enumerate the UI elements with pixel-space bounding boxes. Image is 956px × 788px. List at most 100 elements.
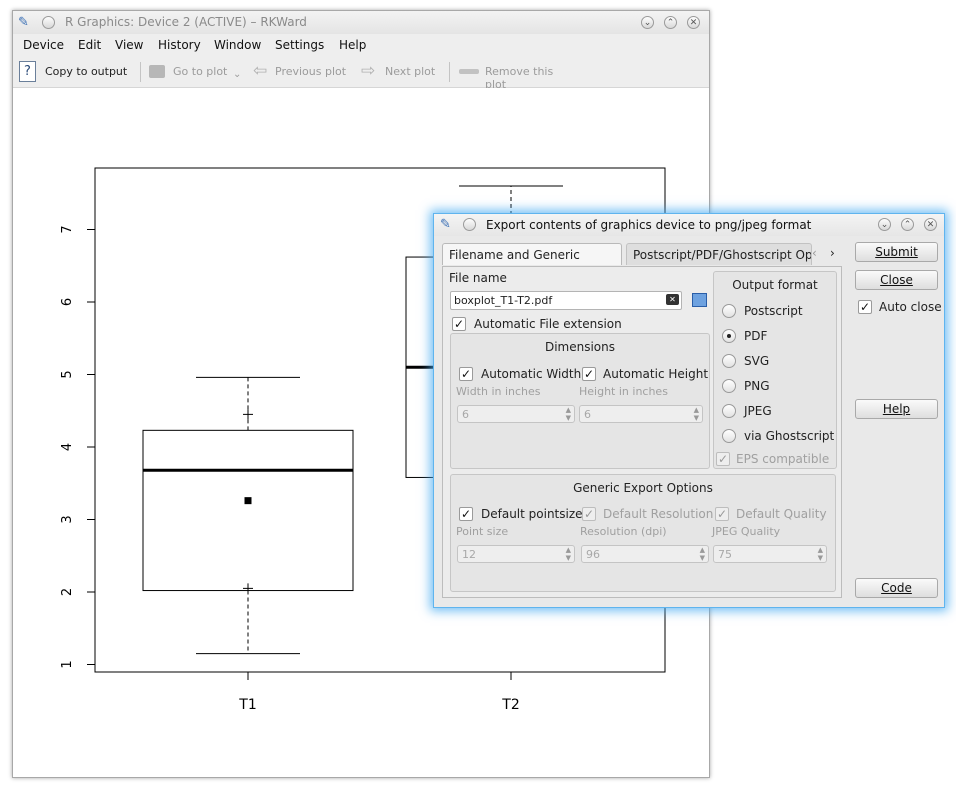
quality-value: 75 [718,548,732,561]
go-to-plot-button[interactable]: Go to plot ⌄ [147,58,245,84]
menu-view[interactable]: View [115,38,143,52]
auto-close-checkbox[interactable]: ✓ [858,300,872,314]
point-size-spinbox[interactable]: 12 ▲ ▼ [457,545,575,563]
spin-arrows-icon[interactable]: ▲ ▼ [566,546,571,562]
radio-ghostscript[interactable] [722,429,736,443]
chevron-down-icon: ⌄ [233,69,242,80]
auto-extension-checkbox[interactable]: ✓ [452,317,466,331]
point-size-label: Point size [456,525,509,538]
tab-scroll-right-icon[interactable]: › [830,246,835,260]
auto-width-checkbox[interactable]: ✓ [459,367,473,381]
eps-compatible-label: EPS compatible [736,452,830,466]
height-value: 6 [584,408,591,421]
menu-history[interactable]: History [158,38,201,52]
file-name-input[interactable]: boxplot_T1-T2.pdf ✕ [450,291,682,310]
generic-options-title: Generic Export Options [573,481,713,495]
go-to-plot-label: Go to plot [173,65,228,78]
eps-compatible-checkbox[interactable]: ✓ [716,452,730,466]
dialog-close-button[interactable]: ✕ [924,218,937,231]
menu-device[interactable]: Device [23,38,64,52]
help-label: Help [882,402,911,416]
height-label: Height in inches [579,385,668,398]
next-plot-label: Next plot [385,65,436,78]
spin-arrows-icon[interactable]: ▲ ▼ [700,546,705,562]
code-button[interactable]: Code [855,578,938,598]
next-plot-button[interactable]: ⇨ Next plot [361,58,441,84]
ghostscript-label: via Ghostscript [744,429,835,443]
file-name-label: File name [449,271,507,285]
previous-plot-button[interactable]: ⇦ Previous plot [253,58,349,84]
dialog-titlebar[interactable]: ✎ Export contents of graphics device to … [434,214,944,236]
width-spinbox[interactable]: 6 ▲ ▼ [457,405,575,423]
maximize-button[interactable]: ⌃ [664,16,677,29]
rkward-app-icon: ✎ [18,15,29,30]
minimize-button[interactable]: ⌄ [641,16,654,29]
y-tick-label: 5 [60,370,75,378]
dialog-title: Export contents of graphics device to pn… [486,218,812,232]
window-titlebar[interactable]: ✎ R Graphics: Device 2 (ACTIVE) – RKWard… [13,11,709,34]
height-spinbox[interactable]: 6 ▲ ▼ [579,405,703,423]
window-menu-button[interactable] [42,16,55,29]
radio-svg[interactable] [722,354,736,368]
close-label: Close [880,273,913,287]
menu-window[interactable]: Window [214,38,261,52]
x-tick-label: T2 [501,697,519,713]
menu-help[interactable]: Help [339,38,366,52]
rkward-app-icon: ✎ [440,217,451,232]
radio-jpeg[interactable] [722,404,736,418]
resolution-spinbox[interactable]: 96 ▲ ▼ [581,545,709,563]
default-quality-checkbox[interactable]: ✓ [715,507,729,521]
radio-postscript[interactable] [722,304,736,318]
tab-page: File name boxplot_T1-T2.pdf ✕ ✓ Automati… [442,266,842,598]
menu-edit[interactable]: Edit [78,38,101,52]
dialog-menu-button[interactable] [463,218,476,231]
tab-filename-generic[interactable]: Filename and Generic options [442,243,622,284]
plot-icon [149,65,165,78]
tab-postscript-pdf[interactable]: Postscript/PDF/Ghostscript Op [626,243,812,265]
auto-width-label: Automatic Width [481,367,582,381]
mean-marker [244,497,252,505]
y-tick-label: 4 [60,443,75,451]
copy-to-output-button[interactable]: ? Copy to output [17,58,133,84]
output-format-group: Output format Postscript PDF SVG PNG JPE… [713,271,837,469]
help-button[interactable]: Help [855,399,938,419]
menu-bar: Device Edit View History Window Settings… [13,34,709,56]
window-title: R Graphics: Device 2 (ACTIVE) – RKWard [65,15,307,29]
clear-text-icon[interactable]: ✕ [666,294,679,305]
export-dialog: ✎ Export contents of graphics device to … [433,213,945,608]
file-name-value: boxplot_T1-T2.pdf [454,294,553,307]
y-tick-label: 3 [60,515,75,523]
resolution-value: 96 [586,548,600,561]
auto-extension-label: Automatic File extension [474,317,622,331]
spin-arrows-icon[interactable]: ▲ ▼ [566,406,571,422]
quality-spinbox[interactable]: 75 ▲ ▼ [713,545,827,563]
generic-options-group: Generic Export Options ✓ Default pointsi… [450,474,836,592]
y-tick-label: 2 [60,588,75,596]
minus-icon [459,69,479,74]
default-quality-label: Default Quality [736,507,827,521]
auto-height-checkbox[interactable]: ✓ [582,367,596,381]
dialog-minimize-button[interactable]: ⌄ [878,218,891,231]
radio-png[interactable] [722,379,736,393]
dialog-maximize-button[interactable]: ⌃ [901,218,914,231]
auto-height-label: Automatic Height [603,367,709,381]
menu-settings[interactable]: Settings [275,38,324,52]
default-pointsize-checkbox[interactable]: ✓ [459,507,473,521]
remove-plot-button[interactable]: Remove this plot [457,58,577,91]
tab-scroll-left-icon[interactable]: ‹ [812,246,817,260]
close-button[interactable]: Close [855,270,938,290]
default-resolution-checkbox[interactable]: ✓ [582,507,596,521]
submit-button[interactable]: Submit [855,242,938,262]
spin-arrows-icon[interactable]: ▲ ▼ [694,406,699,422]
default-resolution-label: Default Resolution [603,507,714,521]
arrow-right-icon: ⇨ [361,61,376,81]
copy-to-output-label: Copy to output [45,65,128,78]
toolbar-separator [140,62,141,82]
radio-pdf[interactable] [722,329,736,343]
tab-bar: Filename and Generic options Postscript/… [442,243,844,284]
spin-arrows-icon[interactable]: ▲ ▼ [818,546,823,562]
jpeg-label: JPEG [744,404,772,418]
save-file-icon[interactable] [692,293,707,307]
arrow-left-icon: ⇦ [253,61,268,81]
close-window-button[interactable]: ✕ [687,16,700,29]
